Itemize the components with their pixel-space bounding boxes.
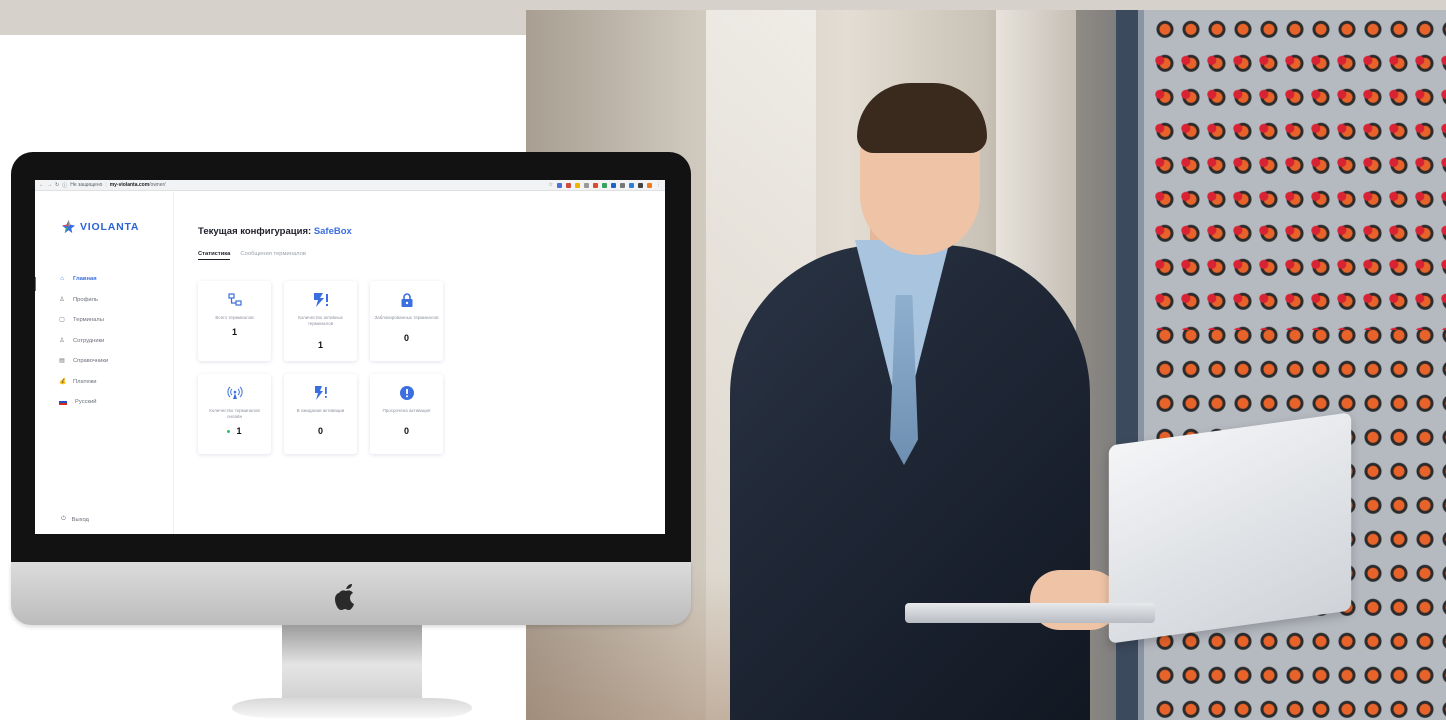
brand-logo[interactable]: VIOLANTA <box>61 219 139 234</box>
power-icon: ⏻ <box>61 516 66 522</box>
stat-value: 1 <box>236 426 242 436</box>
stat-card-total[interactable]: Всего терминалов 1 <box>198 281 271 361</box>
forward-icon[interactable]: → <box>47 182 52 188</box>
stat-label: Заблокированных терминалов <box>374 315 439 320</box>
active-flash-icon <box>284 293 357 307</box>
sidebar-item-staff[interactable]: ♙ Сотрудники <box>59 331 108 352</box>
stat-card-pending[interactable]: В ожидании активации 0 <box>284 374 357 454</box>
sidebar-item-label: Русский <box>75 399 97 406</box>
url-path: /owner/ <box>149 182 166 188</box>
extension-icon[interactable] <box>593 182 598 188</box>
sidebar-nav: ⌂ Главная ♙ Профиль ▢ Терминалы ♙ Сотруд… <box>59 269 108 413</box>
pending-flash-icon <box>284 386 357 400</box>
extensions-bar: ☆ ⋮ <box>549 182 661 188</box>
network-icon <box>198 293 271 307</box>
stat-label: Количество активных терминалов <box>298 315 343 326</box>
sidebar-item-language[interactable]: Русский <box>59 392 108 413</box>
rack-red-keys <box>1152 40 1446 330</box>
url-host: my-violanta.com <box>109 182 150 188</box>
online-status-dot <box>227 430 231 434</box>
security-label: Не защищено <box>70 182 103 188</box>
menu-icon[interactable]: ⋮ <box>656 182 661 188</box>
user-icon: ♙ <box>59 296 65 303</box>
payment-icon: 💰 <box>59 378 67 385</box>
stat-value-row: 1 <box>198 426 271 436</box>
extension-icon[interactable] <box>584 182 589 188</box>
laptop-base <box>905 603 1155 623</box>
extension-icon[interactable] <box>557 182 562 188</box>
imac-stand-neck <box>282 625 422 705</box>
logout-button[interactable]: ⏻ Выход <box>61 516 89 523</box>
violanta-logo-icon <box>61 219 76 234</box>
page-title: Текущая конфигурация: SafeBox <box>198 226 352 237</box>
extension-icon[interactable] <box>602 182 607 188</box>
lock-icon <box>370 293 443 307</box>
tab-statistics[interactable]: Статистика <box>198 251 231 260</box>
star-icon[interactable]: ☆ <box>549 182 553 188</box>
stat-label: Количество терминалов онлайн <box>209 408 260 419</box>
staff-icon: ♙ <box>59 337 65 344</box>
stat-value: 0 <box>403 333 409 343</box>
sidebar-item-label: Терминалы <box>73 317 104 324</box>
main-content: Текущая конфигурация: SafeBox Статистика… <box>198 226 443 454</box>
home-icon: ⌂ <box>60 276 64 283</box>
browser-toolbar: ← → ↻ ⓘ Не защищено | my-violanta.com/ow… <box>35 180 665 191</box>
tabs: Статистика Сообщения терминалов <box>198 251 352 260</box>
stat-value: 0 <box>317 426 323 436</box>
stat-card-expired[interactable]: Просрочена активация 0 <box>370 374 443 454</box>
stat-card-online[interactable]: Количество терминалов онлайн 1 <box>198 374 271 454</box>
sidebar-item-label: Главная <box>73 276 97 283</box>
extension-icon[interactable] <box>620 182 625 188</box>
sidebar-item-terminals[interactable]: ▢ Терминалы <box>59 310 108 331</box>
active-indicator <box>35 277 36 291</box>
logout-label: Выход <box>71 516 89 523</box>
sidebar-item-references[interactable]: ▤ Справочники <box>59 351 108 372</box>
extension-icon[interactable] <box>629 182 634 188</box>
stat-card-active[interactable]: Количество активных терминалов 1 <box>284 281 357 361</box>
address-bar[interactable]: my-violanta.com/owner/ <box>110 182 166 188</box>
alert-icon <box>370 386 443 400</box>
sidebar-item-label: Сотрудники <box>73 337 105 344</box>
imac-stand-foot <box>232 698 472 718</box>
page-title-prefix: Текущая конфигурация: <box>198 226 312 237</box>
sidebar-item-label: Платежи <box>73 378 97 385</box>
sidebar-item-profile[interactable]: ♙ Профиль <box>59 290 108 311</box>
reload-icon[interactable]: ↻ <box>55 182 59 188</box>
stat-value: 0 <box>403 426 409 436</box>
apple-logo-icon <box>335 584 354 610</box>
reference-icon: ▤ <box>59 358 65 365</box>
stat-value: 1 <box>317 340 323 350</box>
extension-icon[interactable] <box>575 182 580 188</box>
wifi-tower-icon <box>198 386 271 400</box>
extension-icon[interactable] <box>566 182 571 188</box>
info-icon[interactable]: ⓘ <box>62 182 67 189</box>
imac-screen: ← → ↻ ⓘ Не защищено | my-violanta.com/ow… <box>35 180 665 534</box>
hair <box>857 83 987 153</box>
sidebar-item-home[interactable]: ⌂ Главная <box>59 269 108 290</box>
laptop <box>905 412 1365 644</box>
sidebar-item-label: Справочники <box>73 358 109 365</box>
sidebar-item-payments[interactable]: 💰 Платежи <box>59 372 108 393</box>
sidebar: VIOLANTA ⌂ Главная ♙ Профиль ▢ Терминалы… <box>35 191 174 534</box>
stats-cards: Всего терминалов 1 Количество активных т… <box>198 281 443 454</box>
stat-card-blocked[interactable]: Заблокированных терминалов 0 <box>370 281 443 361</box>
brand-name: VIOLANTA <box>80 220 140 233</box>
extension-icon[interactable] <box>611 182 616 188</box>
sidebar-item-label: Профиль <box>73 296 99 303</box>
terminal-icon: ▢ <box>59 317 65 324</box>
tab-terminal-messages[interactable]: Сообщения терминалов <box>240 251 306 260</box>
extension-icon[interactable] <box>647 182 652 188</box>
stat-label: В ожидании активации <box>296 408 345 413</box>
stat-label: Просрочена активация <box>382 408 431 413</box>
stat-label: Всего терминалов <box>215 315 254 320</box>
extension-icon[interactable] <box>638 182 643 188</box>
back-icon[interactable]: ← <box>39 182 44 188</box>
russian-flag-icon <box>59 399 67 406</box>
stat-value: 1 <box>231 327 237 337</box>
configuration-name: SafeBox <box>313 226 352 237</box>
